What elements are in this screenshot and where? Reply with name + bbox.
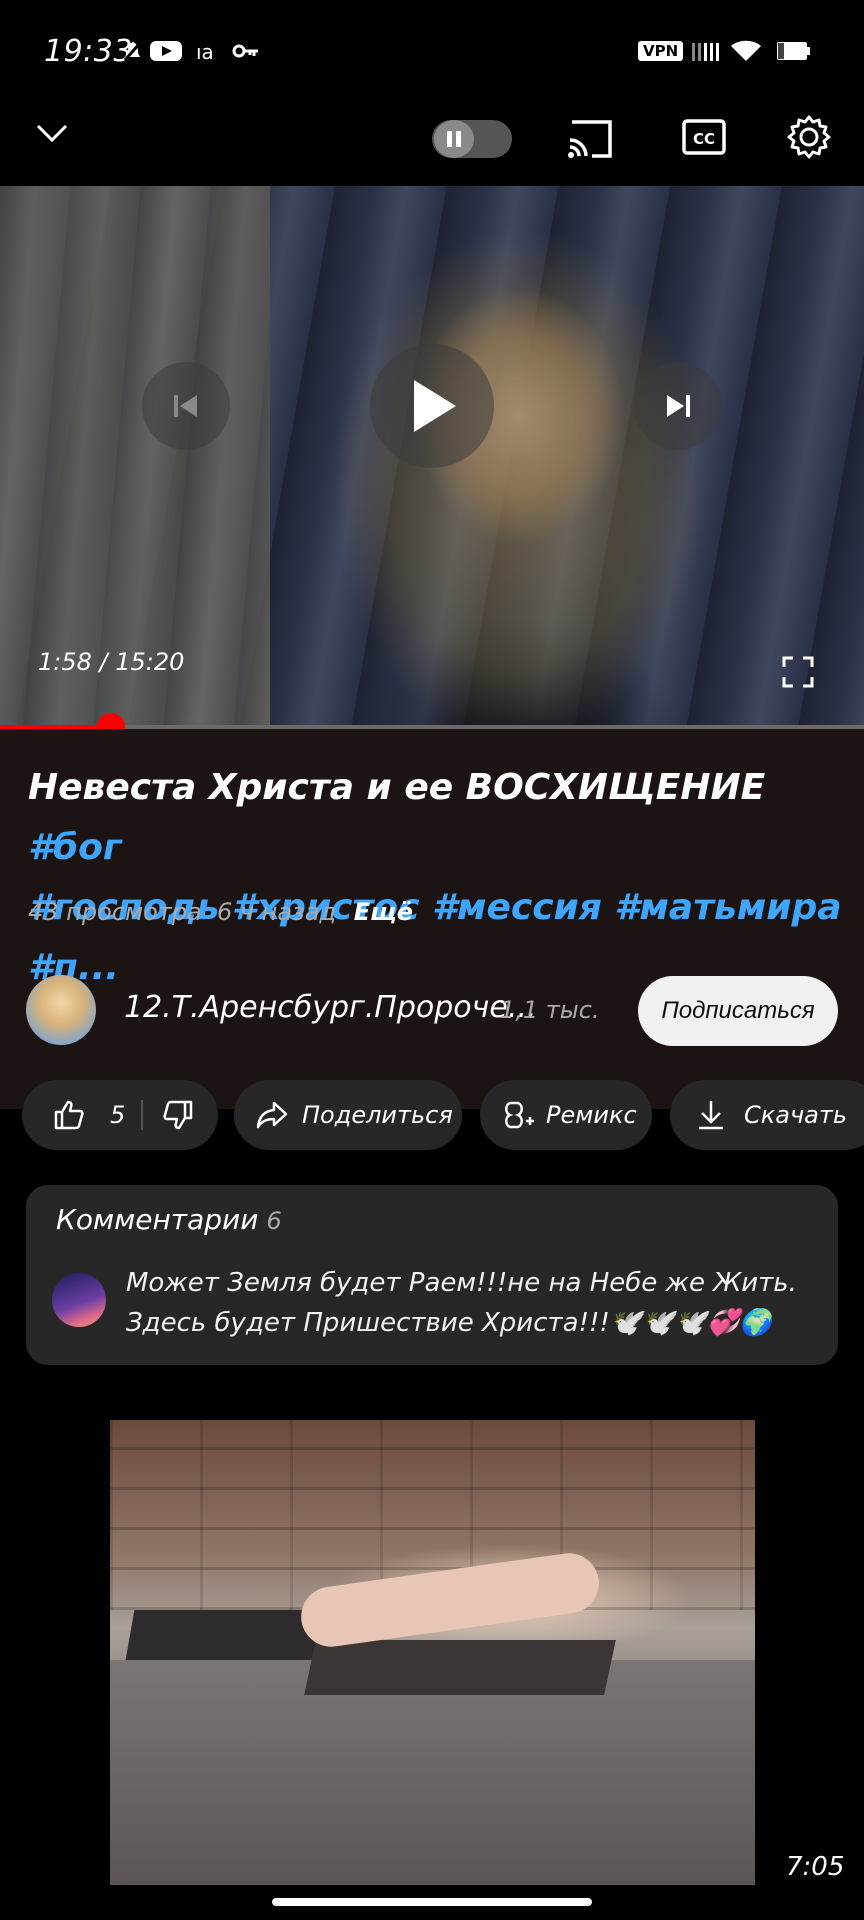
thumbnail-card: [304, 1640, 616, 1695]
comments-title: Комментарии: [56, 1203, 259, 1236]
comments-count: 6: [266, 1207, 282, 1235]
home-indicator[interactable]: [272, 1898, 592, 1906]
play-button[interactable]: [370, 344, 494, 468]
title-text: Невеста Христа и ее ВОСХИЩЕНИЕ: [28, 767, 766, 808]
share-label: Поделиться: [302, 1101, 453, 1129]
subscriber-count: 1,1 тыс.: [500, 996, 600, 1024]
download-button[interactable]: Скачать: [670, 1080, 864, 1150]
vpn-badge: VPN: [638, 41, 684, 61]
channel-name[interactable]: 12.Т.Аренсбург.Пророче...: [124, 990, 536, 1025]
status-time: 19:33: [44, 34, 133, 69]
signal-icon: [692, 43, 719, 61]
video-player[interactable]: 1:58 / 15:20: [0, 186, 864, 726]
settings-gear-icon[interactable]: [786, 114, 832, 160]
battery-icon: [777, 42, 810, 60]
pause-icon: [447, 131, 461, 147]
previous-button[interactable]: [142, 362, 230, 450]
view-count: 43 просмотра: [28, 898, 202, 926]
recommended-video-thumbnail[interactable]: [110, 1420, 755, 1885]
play-icon: [414, 380, 456, 432]
skip-previous-icon: [174, 395, 197, 417]
like-dislike-group: 5: [22, 1080, 218, 1150]
commenter-avatar: [52, 1273, 106, 1327]
key-icon: [232, 44, 258, 58]
comments-card[interactable]: Комментарии 6 Может Земля будет Раем!!!не…: [26, 1185, 838, 1365]
next-button[interactable]: [634, 362, 722, 450]
captions-icon[interactable]: CC: [682, 117, 726, 157]
autoplay-knob: [434, 120, 474, 158]
download-label: Скачать: [744, 1101, 847, 1129]
title-hashtag[interactable]: #бог: [28, 827, 122, 868]
muted-bell-icon: [124, 41, 142, 61]
remix-label: Ремикс: [546, 1101, 637, 1129]
youtube-icon: [150, 41, 182, 61]
like-count: 5: [110, 1101, 126, 1129]
download-icon: [699, 1101, 723, 1130]
video-timecode: 1:58 / 15:20: [38, 648, 185, 676]
upload-age: 6 ч назад: [216, 898, 337, 926]
cast-icon[interactable]: [566, 118, 614, 160]
minimize-chevron-icon[interactable]: [34, 118, 70, 146]
remix-button[interactable]: Ремикс: [480, 1080, 652, 1150]
svg-text:CC: CC: [693, 130, 715, 148]
wifi-icon: [731, 40, 761, 61]
skip-next-icon: [667, 395, 690, 417]
more-link[interactable]: Ещё: [354, 898, 413, 926]
share-button[interactable]: Поделиться: [234, 1080, 462, 1150]
channel-avatar[interactable]: [26, 975, 96, 1045]
status-extra: ıa: [196, 40, 214, 64]
comments-header: Комментарии 6: [56, 1203, 282, 1236]
video-meta[interactable]: 43 просмотра 6 ч назад Ещё: [28, 898, 413, 926]
subscribe-button[interactable]: Подписаться: [638, 976, 838, 1046]
share-arrow-icon: [256, 1101, 288, 1129]
remix-icon: [505, 1101, 534, 1129]
video-title[interactable]: Невеста Христа и ее ВОСХИЩЕНИЕ #бог #гос…: [28, 758, 848, 998]
fullscreen-icon[interactable]: [782, 656, 814, 688]
recommended-duration: 7:05: [786, 1852, 845, 1882]
top-comment-text: Может Земля будет Раем!!!не на Небе же Ж…: [126, 1268, 797, 1338]
like-divider: [141, 1100, 144, 1130]
thumbs-down-icon[interactable]: [161, 1098, 195, 1132]
status-bar: 19:33 ıa VPN: [0, 0, 864, 100]
autoplay-toggle[interactable]: [432, 120, 512, 158]
thumbs-up-icon[interactable]: [52, 1098, 86, 1132]
